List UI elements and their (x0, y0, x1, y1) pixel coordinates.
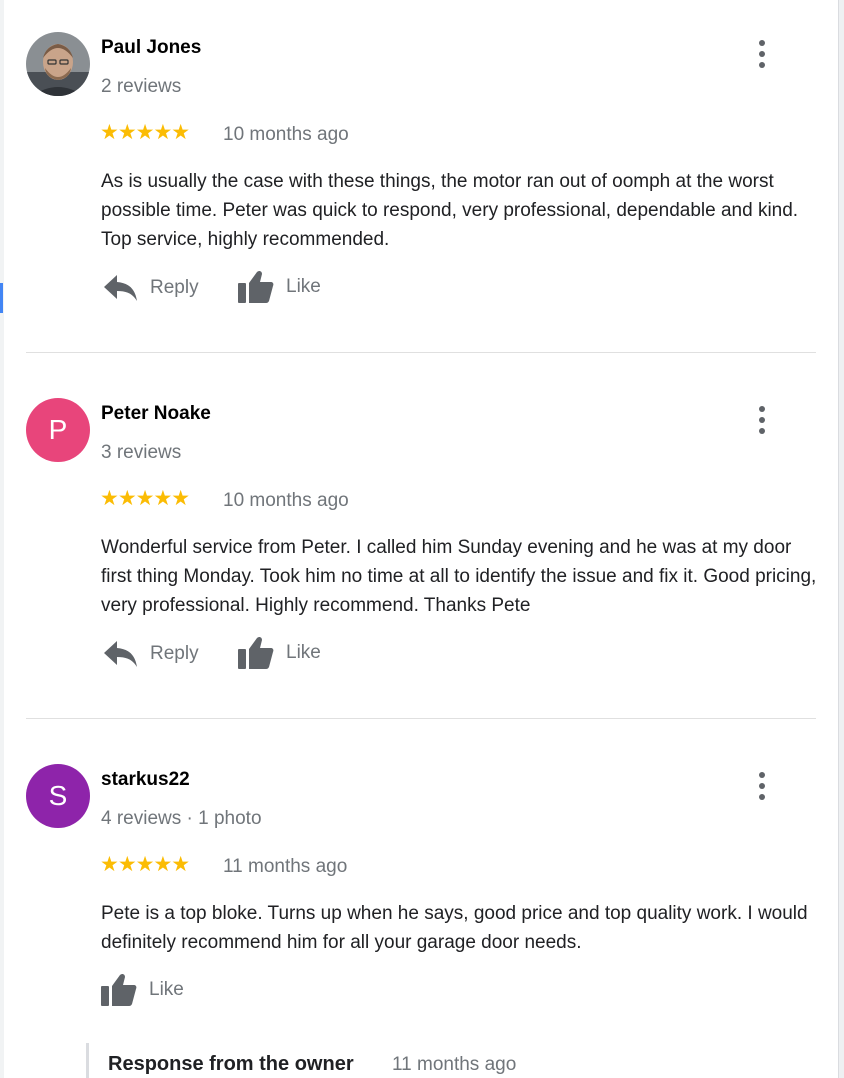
reply-icon (104, 275, 137, 301)
reviewer-meta[interactable]: 4 reviews · 1 photo (101, 808, 262, 830)
avatar[interactable]: P (26, 398, 90, 462)
review-divider (26, 352, 816, 353)
avatar[interactable] (26, 32, 90, 96)
review-text: Wonderful service from Peter. I called h… (101, 537, 817, 616)
review-date: 10 months ago (223, 490, 349, 511)
reply-button[interactable]: Reply (104, 640, 199, 668)
like-button[interactable]: Like (238, 636, 321, 670)
like-label: Like (149, 979, 184, 1000)
more-options-button[interactable] (752, 770, 772, 802)
like-label: Like (286, 276, 321, 297)
star-rating: ★★★★★ (100, 853, 190, 876)
reviewer-name[interactable]: Peter Noake (101, 403, 211, 425)
star-rating: ★★★★★ (100, 121, 190, 144)
like-label: Like (286, 642, 321, 663)
like-button[interactable]: Like (238, 270, 321, 304)
review-text: Pete is a top bloke. Turns up when he sa… (101, 903, 808, 953)
reviews-panel: Paul Jones 2 reviews ★★★★★ 10 months ago… (4, 0, 838, 1078)
owner-response-bar (86, 1043, 89, 1078)
review-date: 11 months ago (223, 856, 348, 877)
profile-photo-icon (26, 32, 90, 96)
review-divider (26, 718, 816, 719)
avatar-letter: S (48, 780, 68, 811)
left-edge-marker (0, 283, 3, 313)
thumbs-up-icon (101, 973, 137, 1006)
avatar-letter: P (48, 414, 68, 445)
like-button[interactable]: Like (101, 973, 184, 1007)
reviewer-meta[interactable]: 3 reviews (101, 442, 181, 464)
owner-response-date: 11 months ago (392, 1054, 517, 1075)
more-options-button[interactable] (752, 38, 772, 70)
reply-label: Reply (150, 277, 199, 298)
reviewer-name[interactable]: Paul Jones (101, 37, 201, 59)
thumbs-up-icon (238, 636, 274, 669)
reviewer-name[interactable]: starkus22 (101, 769, 190, 791)
star-rating: ★★★★★ (100, 487, 190, 510)
thumbs-up-icon (238, 270, 274, 303)
reply-label: Reply (150, 643, 199, 664)
review-date: 10 months ago (223, 124, 349, 145)
reply-button[interactable]: Reply (104, 274, 199, 302)
review-text: As is usually the case with these things… (101, 171, 799, 250)
scrollbar-track[interactable] (838, 0, 844, 1078)
reply-icon (104, 641, 137, 667)
reviewer-meta[interactable]: 2 reviews (101, 76, 181, 98)
avatar[interactable]: S (26, 764, 90, 828)
owner-response-title: Response from the owner (108, 1053, 354, 1075)
more-options-button[interactable] (752, 404, 772, 436)
